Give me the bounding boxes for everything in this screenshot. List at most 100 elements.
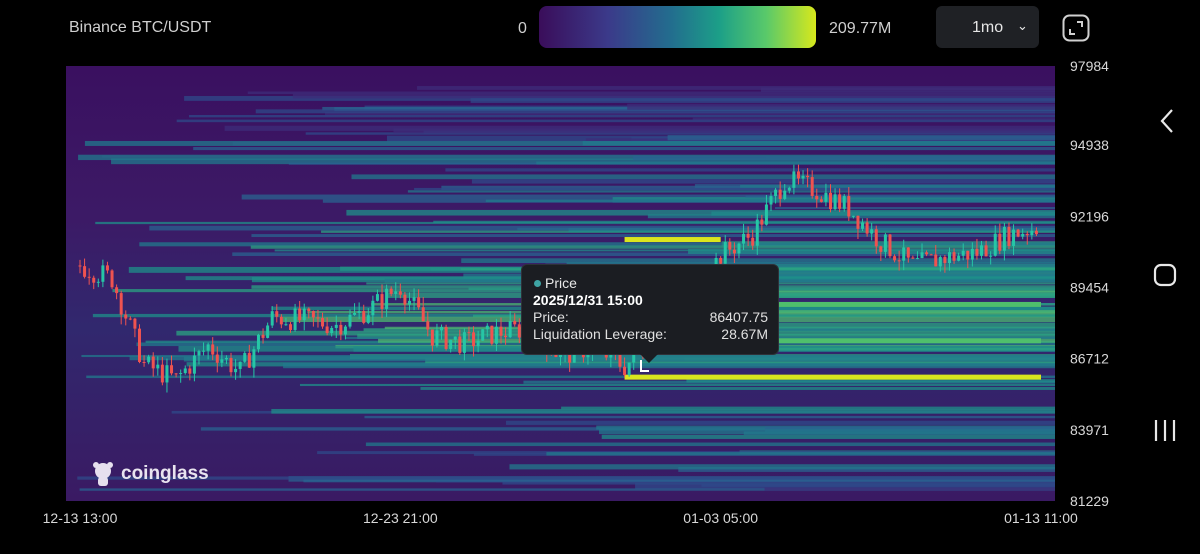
candle-body <box>147 356 151 363</box>
heat-band <box>255 109 1055 114</box>
recent-apps-icon[interactable] <box>1154 420 1176 441</box>
heat-band <box>149 225 1055 231</box>
candle-body <box>1025 233 1029 236</box>
heat-band <box>176 119 1055 123</box>
candle-body <box>284 324 288 326</box>
chart-toolbar: Binance BTC/USDT 0 209.77M 1mo ⌄ <box>0 0 1200 60</box>
candle-body <box>485 325 489 330</box>
candle-body <box>339 324 343 335</box>
candle-body <box>1012 229 1016 246</box>
heat-band <box>701 483 1055 487</box>
candle-body <box>362 311 366 323</box>
candle-body <box>334 324 338 328</box>
candle-body <box>769 196 773 205</box>
candle-body <box>101 265 105 282</box>
y-tick-label: 97984 <box>1070 60 1109 74</box>
heat-band <box>420 387 1055 390</box>
tooltip-leverage-label: Liquidation Leverage: <box>533 326 667 342</box>
candle-body <box>316 317 320 319</box>
colorscale-min-label: 0 <box>518 20 527 37</box>
heat-band <box>667 135 1055 141</box>
candle-body <box>229 357 233 373</box>
candle-body <box>472 332 476 347</box>
candle-body <box>998 233 1002 251</box>
candle-body <box>952 252 956 261</box>
candle-body <box>504 335 508 338</box>
heat-band <box>364 415 1055 419</box>
candle-body <box>119 293 123 315</box>
heat-band <box>627 103 1055 110</box>
candle-body <box>627 362 631 376</box>
candle-body <box>732 249 736 254</box>
candle-body <box>815 195 819 200</box>
period-select-value: 1mo <box>972 19 1004 36</box>
x-tick-label: 01-03 05:00 <box>683 510 758 526</box>
candle-body <box>115 287 119 294</box>
candle-body <box>847 196 851 217</box>
candle-body <box>806 175 810 178</box>
candle-body <box>1007 226 1011 246</box>
tooltip-leverage-value: 28.67M <box>721 326 768 342</box>
candle-body <box>133 318 137 329</box>
candle-body <box>165 365 169 383</box>
heat-band <box>292 93 1055 99</box>
candle-body <box>279 316 283 325</box>
heat-band <box>764 487 1055 491</box>
fullscreen-button[interactable] <box>1062 14 1090 42</box>
candle-body <box>366 315 370 323</box>
candle-body <box>371 300 375 316</box>
candle-body <box>206 344 210 351</box>
candle-body <box>238 361 242 369</box>
candle-body <box>934 254 938 267</box>
heat-band <box>601 434 1055 439</box>
candle-body <box>403 294 407 305</box>
candle-body <box>270 311 274 326</box>
liquidation-band <box>624 237 721 243</box>
candle-body <box>966 250 970 260</box>
candle-body <box>298 308 302 321</box>
candle-body <box>293 308 297 330</box>
heat-band <box>351 174 1055 180</box>
y-tick-label: 94938 <box>1070 137 1109 153</box>
coinglass-mascot-icon <box>93 462 113 486</box>
heat-band <box>471 179 1055 184</box>
candle-body <box>343 326 347 335</box>
candle-body <box>261 334 265 338</box>
candle-body <box>170 365 174 374</box>
candle-body <box>778 189 782 199</box>
period-select[interactable]: 1mo ⌄ <box>936 6 1039 48</box>
home-icon[interactable] <box>1153 263 1177 287</box>
heat-band <box>407 190 1055 193</box>
candle-body <box>801 175 805 179</box>
x-axis: 12-13 13:00 12-23 21:00 01-03 05:00 01-13 1… <box>43 510 1078 526</box>
candle-body <box>87 276 91 278</box>
candle-body <box>851 215 855 217</box>
candle-body <box>252 349 256 368</box>
candle-body <box>742 233 746 244</box>
candle-body <box>215 354 219 363</box>
candle-body <box>234 368 238 373</box>
candle-body <box>412 297 416 301</box>
colorscale-max-label: 209.77M <box>829 20 892 37</box>
x-tick-label: 12-23 21:00 <box>363 510 438 526</box>
candle-body <box>385 288 389 309</box>
heat-band <box>346 209 1055 216</box>
back-icon[interactable] <box>1160 109 1173 133</box>
candle-body <box>774 189 778 197</box>
candle-body <box>874 229 878 247</box>
candle-body <box>275 311 279 317</box>
candle-body <box>289 324 293 330</box>
candle-body <box>623 366 627 376</box>
series-dot-icon <box>534 280 541 287</box>
candle-body <box>796 171 800 179</box>
colorscale-bar <box>539 6 816 48</box>
candle-body <box>842 196 846 209</box>
heat-band <box>224 125 1056 131</box>
tooltip-price-value: 86407.75 <box>709 309 768 325</box>
fullscreen-icon <box>1062 14 1090 42</box>
system-nav-bar <box>1130 0 1200 554</box>
candle-body <box>307 308 311 312</box>
heat-band <box>536 161 1055 165</box>
heat-band <box>84 140 1056 146</box>
heat-band <box>250 245 1055 249</box>
